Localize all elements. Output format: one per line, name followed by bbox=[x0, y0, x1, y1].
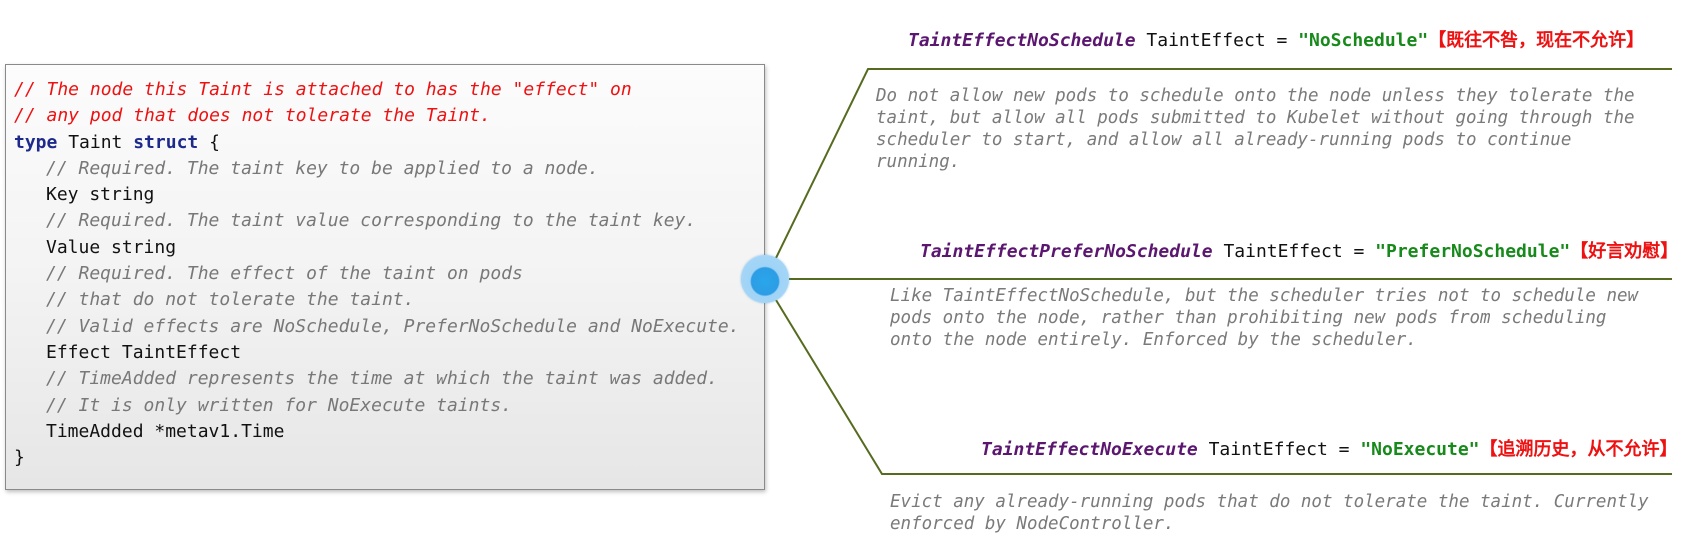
effect-prefernoschedule-description: Like TaintEffectNoSchedule, but the sche… bbox=[890, 285, 1638, 351]
effect-noschedule-description: Do not allow new pods to schedule onto t… bbox=[876, 85, 1635, 173]
effect-noschedule-title: TaintEffectNoSchedule TaintEffect = "NoS… bbox=[908, 26, 1644, 52]
effect-noschedule-note: 【既往不咎，现在不允许】 bbox=[1428, 30, 1645, 51]
effect-noschedule-desc-line: taint, but allow all pods submitted to K… bbox=[876, 108, 1635, 128]
effect-prefernoschedule-value: "PreferNoSchedule" bbox=[1375, 241, 1571, 262]
effect-noexecute-type: TaintEffect = bbox=[1197, 439, 1361, 460]
effect-prefernoschedule-desc-line: onto the node entirely. Enforced by the … bbox=[890, 330, 1417, 350]
effect-noschedule-name: TaintEffectNoSchedule bbox=[908, 30, 1136, 51]
effect-prefernoschedule-desc-line: Like TaintEffectNoSchedule, but the sche… bbox=[890, 286, 1639, 306]
effect-noschedule-type: TaintEffect = bbox=[1135, 30, 1299, 51]
effect-noexecute-desc-line: Evict any already-running pods that do n… bbox=[890, 492, 1649, 512]
effect-noschedule-desc-line: running. bbox=[876, 152, 961, 172]
branch-node-circle bbox=[741, 255, 789, 303]
effect-prefernoschedule-title: TaintEffectPreferNoSchedule TaintEffect … bbox=[920, 237, 1678, 263]
effect-noexecute-note: 【追溯历史，从不允许】 bbox=[1479, 439, 1678, 460]
effect-prefernoschedule-desc-line: pods onto the node, rather than prohibit… bbox=[890, 308, 1607, 328]
effect-noexecute-name: TaintEffectNoExecute bbox=[981, 439, 1198, 460]
effect-prefernoschedule-note: 【好言劝慰】 bbox=[1570, 241, 1679, 262]
effect-prefernoschedule-type: TaintEffect = bbox=[1212, 241, 1376, 262]
effect-noschedule-desc-line: scheduler to start, and allow all alread… bbox=[876, 130, 1572, 150]
effect-noexecute-description: Evict any already-running pods that do n… bbox=[890, 491, 1649, 535]
effect-noexecute-desc-line: enforced by NodeController. bbox=[890, 514, 1175, 534]
effect-prefernoschedule-name: TaintEffectPreferNoSchedule bbox=[920, 241, 1213, 262]
effect-noexecute-value: "NoExecute" bbox=[1360, 439, 1480, 460]
effect-noschedule-desc-line: Do not allow new pods to schedule onto t… bbox=[876, 86, 1635, 106]
effect-noschedule-value: "NoSchedule" bbox=[1298, 30, 1429, 51]
effect-noexecute-title: TaintEffectNoExecute TaintEffect = "NoEx… bbox=[981, 435, 1678, 461]
connector-lines bbox=[775, 68, 1672, 475]
